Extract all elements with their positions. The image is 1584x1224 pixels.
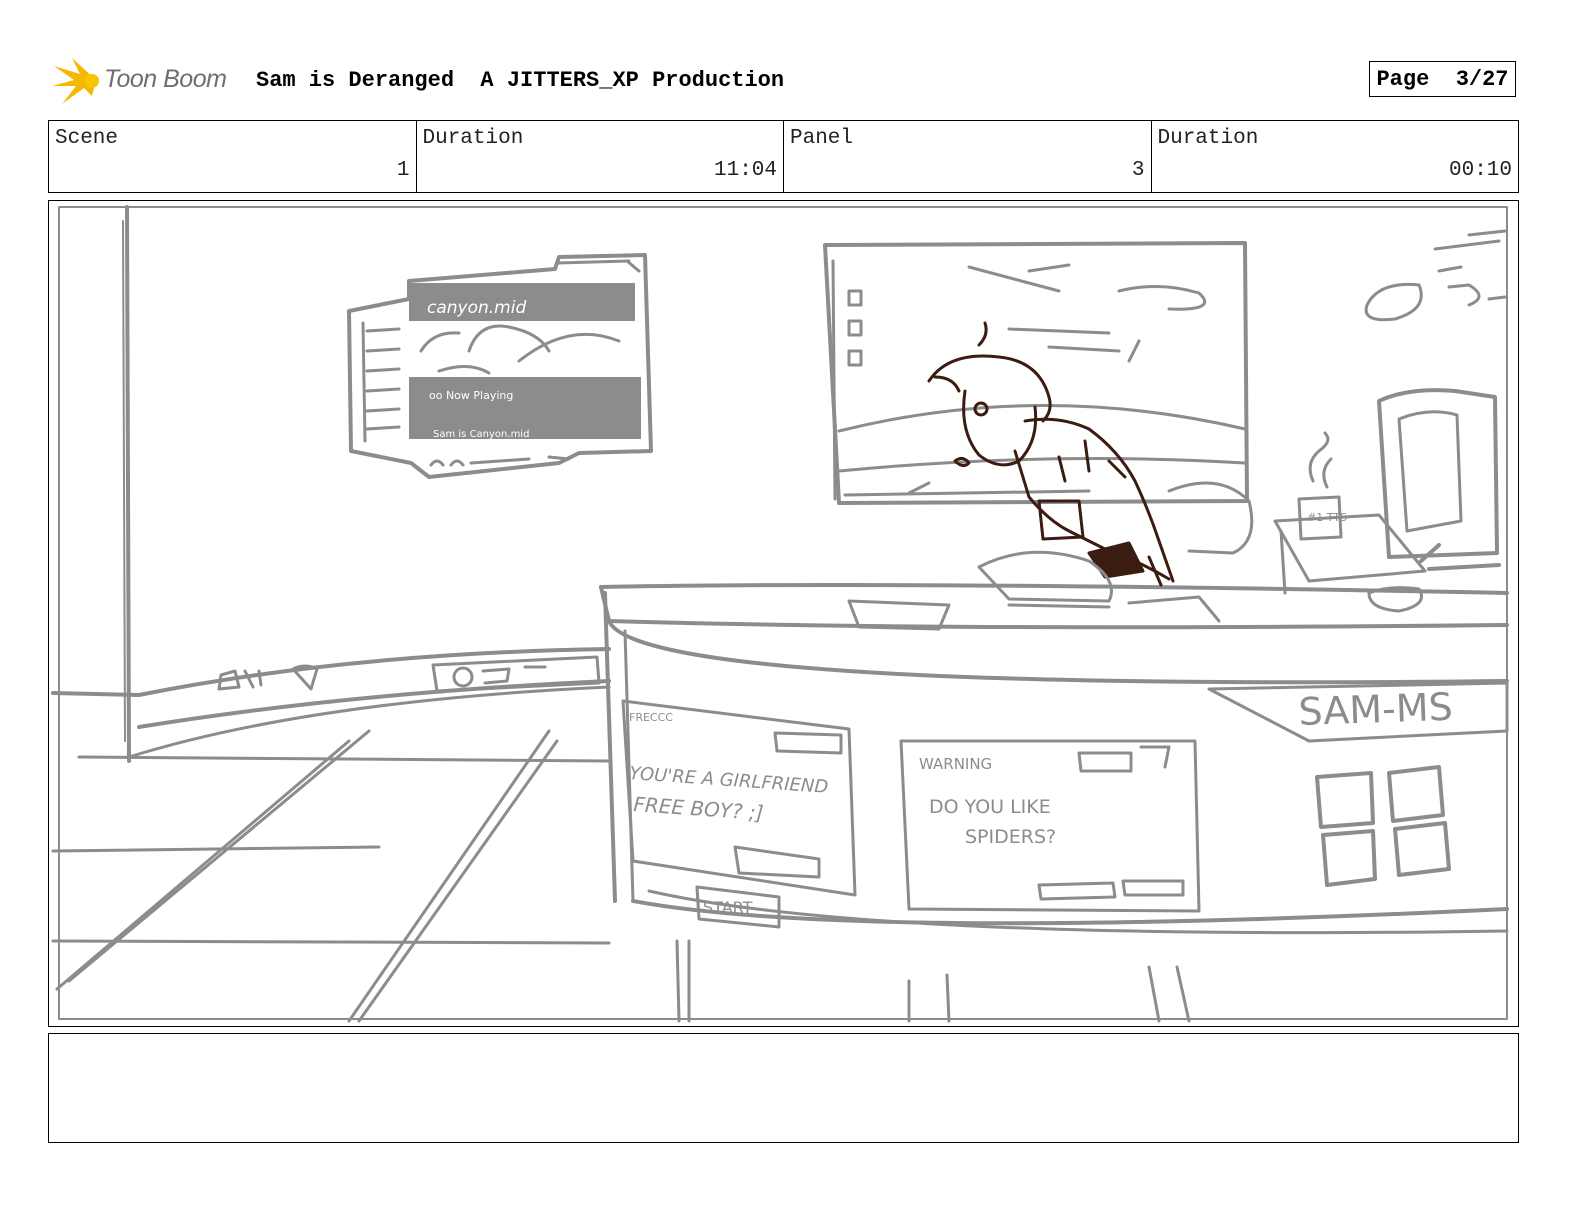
popup1-text-line1: YOU'RE A GIRLFRIEND <box>629 763 829 798</box>
panel-label: Panel <box>790 127 854 150</box>
popup2-text-line2: SPIDERS? <box>965 826 1056 848</box>
media-window-title: canyon.mid <box>427 298 526 318</box>
page-indicator: Page 3/27 <box>1369 61 1516 97</box>
toon-boom-logo: Toon Boom <box>52 56 242 106</box>
sketch-drawing: canyon.mid oo Now Playing Sam is Canyon.… <box>51 205 1509 1023</box>
window-logo-sketch <box>1315 765 1451 887</box>
panel-cell: Panel 3 <box>783 121 1151 192</box>
media-now-playing: oo Now Playing <box>429 389 513 402</box>
media-status: Sam is Canyon.mid <box>433 429 529 440</box>
sky-scribbles <box>1364 229 1507 322</box>
desk-brand: SAM-MS <box>1298 685 1454 734</box>
panel-duration-value: 00:10 <box>1448 159 1512 182</box>
scene-label: Scene <box>55 127 119 150</box>
start-label: START <box>703 898 753 917</box>
popup1-text-line2: FREE BOY? ;] <box>633 792 765 825</box>
popup1-title: FRECCC <box>629 711 673 724</box>
chair-sketch <box>1167 481 1254 555</box>
desk-computer-sketch <box>1273 388 1501 613</box>
panel-duration-label: Duration <box>1157 127 1259 150</box>
floor-tiles <box>51 729 691 1023</box>
starburst-icon <box>52 58 99 104</box>
character-sketch <box>927 321 1175 587</box>
scene-info-table: Scene 1 Duration 11:04 Panel 3 Duration … <box>48 120 1519 193</box>
media-player-sketch <box>347 253 653 479</box>
popup2-title: WARNING <box>919 755 992 773</box>
notes-box[interactable] <box>48 1033 1519 1143</box>
inner-frame <box>58 206 1508 1020</box>
storyboard-panel: canyon.mid oo Now Playing Sam is Canyon.… <box>48 200 1519 1027</box>
left-counter <box>51 647 611 759</box>
project-title: Sam is Deranged A JITTERS_XP Production <box>256 68 785 93</box>
mug-text: #1 TTS <box>1307 511 1347 524</box>
scene-value: 1 <box>396 159 410 182</box>
popup2-text-line1: DO YOU LIKE <box>929 796 1051 818</box>
page-header: Toon Boom Sam is Deranged A JITTERS_XP P… <box>52 56 1532 106</box>
panel-value: 3 <box>1131 159 1145 182</box>
panel-duration-cell: Duration 00:10 <box>1150 121 1519 192</box>
scene-cell: Scene 1 <box>49 121 416 192</box>
scene-duration-label: Duration <box>422 127 524 150</box>
wall-edge <box>125 205 131 763</box>
logo-text: Toon Boom <box>104 65 227 93</box>
scene-duration-value: 11:04 <box>713 159 777 182</box>
scene-duration-cell: Duration 11:04 <box>415 121 784 192</box>
